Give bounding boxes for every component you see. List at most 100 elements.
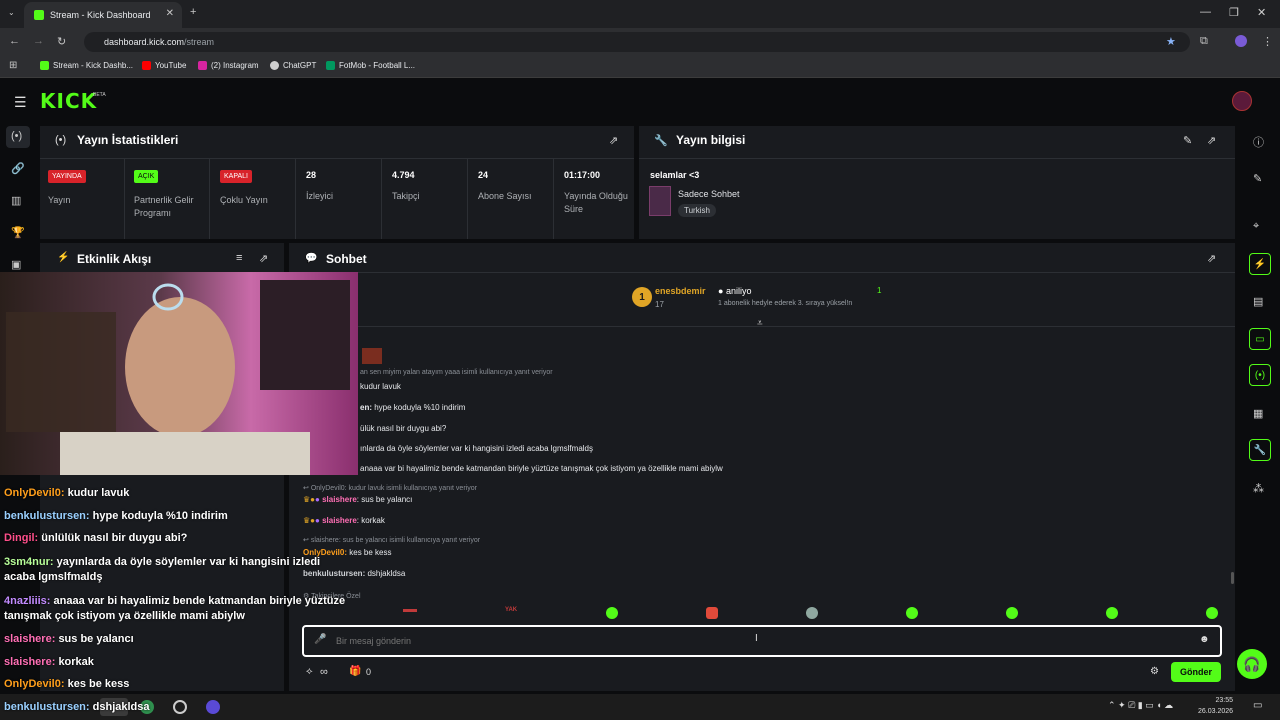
back-icon[interactable]: ← — [9, 35, 20, 47]
popout-icon[interactable]: ⇗ — [609, 134, 618, 147]
bookmark-fotmob[interactable]: FotMob - Football L... — [326, 61, 415, 70]
partner-status-badge: AÇIK — [134, 170, 159, 183]
fotmob-icon — [326, 61, 335, 70]
link-icon[interactable]: 🔗 — [11, 162, 25, 175]
apps-grid-icon[interactable]: ⊞ — [9, 60, 17, 71]
new-tab-icon[interactable]: + — [190, 6, 196, 18]
language-tag: Turkish — [678, 204, 716, 217]
emote-icon[interactable] — [1006, 607, 1018, 619]
close-tab-icon[interactable]: ✕ — [166, 8, 174, 19]
points-icon[interactable]: ⟡ — [306, 666, 313, 677]
overlay-username: slaishere: — [4, 656, 56, 668]
bookmark-kick[interactable]: Stream - Kick Dashb... — [40, 61, 133, 70]
broadcast-toggle-button[interactable]: (•) — [1249, 364, 1271, 386]
live-status-label: Yayın — [48, 195, 71, 205]
url-field[interactable]: dashboard.kick.com/stream — [84, 32, 1190, 52]
popout-icon[interactable]: ⇗ — [259, 252, 268, 265]
popout-icon[interactable]: ⇗ — [1207, 134, 1216, 147]
reply-context: ↩ OnlyDevil0: kudur lavuk isimli kullanı… — [303, 485, 477, 492]
forward-icon[interactable]: → — [33, 35, 44, 47]
chat-username[interactable]: en: — [360, 403, 372, 412]
analytics-icon[interactable]: ▥ — [11, 194, 21, 207]
emote-icon[interactable] — [706, 607, 718, 619]
overlay-chat-line: 3sm4nur: yayınlarda da öyle söylemler va… — [4, 555, 354, 585]
notifications-icon[interactable]: ▭ — [1253, 700, 1262, 711]
bookmark-chatgpt[interactable]: ChatGPT — [270, 61, 316, 70]
emote-icon[interactable] — [906, 607, 918, 619]
text-cursor-icon: I — [755, 633, 758, 644]
hamburger-menu-icon[interactable]: ☰ — [14, 94, 27, 111]
stream-icon[interactable]: (•) — [11, 130, 22, 142]
minimize-icon[interactable]: — — [1200, 6, 1211, 18]
quick-actions-button[interactable]: ⚡ — [1249, 253, 1271, 275]
focus-icon[interactable]: ⌖ — [1253, 220, 1259, 233]
chat-message-text: dshjakldsa — [367, 569, 406, 578]
edit-pencil-icon[interactable]: ✎ — [1183, 134, 1192, 147]
chat-message-text: hype koduyla %10 indirim — [374, 403, 466, 412]
bookmark-instagram[interactable]: (2) Instagram — [198, 61, 259, 70]
chat-username[interactable]: slaishere — [322, 516, 357, 525]
filter-icon[interactable]: ≡ — [236, 252, 242, 264]
chat-toggle-button[interactable]: ▭ — [1249, 328, 1271, 350]
more-tools-icon[interactable]: ⁂ — [1253, 482, 1264, 495]
reply-text: OnlyDevil0: kudur lavuk isimli kullanıcı… — [310, 485, 477, 492]
stream-title: selamlar <3 — [650, 170, 700, 180]
menu-icon[interactable]: ⋮ — [1262, 35, 1273, 48]
mod-log-icon[interactable]: ▤ — [1253, 295, 1263, 308]
tools-button[interactable]: 🔧 — [1249, 439, 1271, 461]
clock-date[interactable]: 26.03.2026 — [1198, 708, 1233, 715]
edit-icon[interactable]: ✎ — [1253, 172, 1262, 185]
chat-message-input[interactable] — [334, 632, 1154, 650]
taskbar-app-icon[interactable] — [173, 700, 187, 714]
bookmark-label: FotMob - Football L... — [339, 61, 416, 70]
stream-category: Sadece Sohbet — [678, 189, 740, 199]
overlay-username: 4nazliiis: — [4, 595, 51, 607]
clock-time[interactable]: 23:55 — [1203, 697, 1233, 704]
emote-icon[interactable] — [606, 607, 618, 619]
leader-username[interactable]: enesbdemir — [655, 286, 706, 296]
uptime-value: 01:17:00 — [564, 170, 601, 180]
kick-logo[interactable]: KICK — [40, 89, 97, 113]
emote-icon[interactable] — [806, 607, 818, 619]
media-icon[interactable]: ▣ — [11, 258, 21, 271]
collapse-icon[interactable]: ⩡ — [757, 318, 763, 329]
emote-icon[interactable] — [1206, 607, 1218, 619]
chat-settings-icon[interactable]: ⚙ — [1150, 666, 1159, 677]
divider — [289, 272, 1235, 273]
bolt-icon: ⚡ — [57, 252, 70, 263]
chat-username[interactable]: slaishere — [322, 495, 357, 504]
popout-icon[interactable]: ⇗ — [1207, 252, 1216, 265]
emoji-icon[interactable]: ☻ — [1199, 634, 1210, 645]
emote-icon[interactable] — [403, 609, 417, 612]
moderation-icon[interactable]: ▦ — [1253, 407, 1263, 420]
microphone-icon[interactable]: 🎤 — [314, 634, 326, 645]
support-headset-button[interactable]: 🎧 — [1237, 649, 1267, 679]
user-avatar[interactable] — [1232, 91, 1252, 111]
chat-scrollbar[interactable] — [1231, 572, 1234, 584]
divider — [40, 158, 634, 159]
reload-icon[interactable]: ↻ — [57, 35, 66, 48]
gift-icon[interactable]: 🎁 — [349, 666, 361, 677]
bookmark-youtube[interactable]: YouTube — [142, 61, 186, 70]
tray-icons[interactable]: ⌃ ✦ ⎚ ▮ ▭ ◖ ☁ — [1108, 700, 1173, 711]
trophy-icon[interactable]: 🏆 — [11, 226, 25, 239]
chat-bubble-icon: 💬 — [305, 253, 318, 264]
windows-taskbar — [0, 694, 1280, 720]
profile-avatar[interactable] — [1235, 35, 1247, 47]
extensions-icon[interactable]: ⧉ — [1200, 35, 1208, 48]
close-window-icon[interactable]: ✕ — [1257, 6, 1266, 19]
emote-icon[interactable]: YAK — [505, 607, 517, 613]
info-icon[interactable]: ⓘ — [1253, 134, 1264, 150]
taskbar-app-icon[interactable] — [206, 700, 220, 714]
overlay-chat-line: slaishere: korkak — [4, 656, 94, 668]
divider — [289, 326, 1235, 327]
maximize-icon[interactable]: ❐ — [1229, 6, 1239, 19]
emote-icon[interactable] — [1106, 607, 1118, 619]
gifts-value: 0 — [366, 667, 372, 677]
send-button[interactable]: Gönder — [1171, 662, 1221, 682]
browser-tab[interactable]: Stream - Kick Dashboard ✕ — [24, 2, 182, 28]
bookmark-star-icon[interactable]: ★ — [1166, 35, 1176, 48]
subscribers-label: Abone Sayısı — [478, 191, 532, 201]
tab-search-icon[interactable]: ⌄ — [8, 8, 15, 17]
bookmark-label: ChatGPT — [283, 61, 317, 70]
